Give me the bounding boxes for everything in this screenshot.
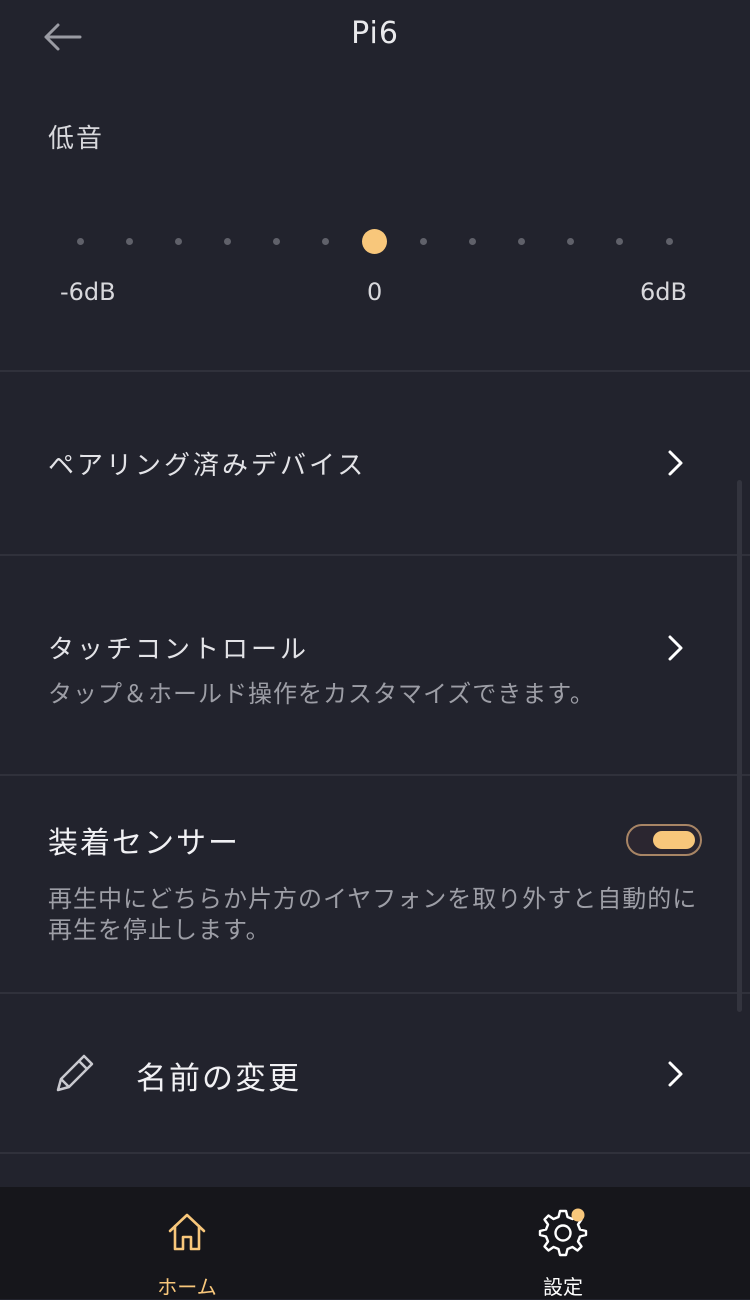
divider — [0, 992, 750, 994]
bass-slider-step — [420, 238, 428, 245]
bass-slider-step — [567, 238, 575, 245]
notification-badge — [571, 1208, 585, 1222]
tab-home-label: ホーム — [157, 1275, 217, 1299]
chevron-right-icon[interactable] — [664, 631, 688, 665]
page-title: Pi6 — [351, 16, 399, 51]
bass-slider-step — [76, 238, 84, 245]
bass-slider[interactable] — [60, 222, 690, 262]
rename-label[interactable]: 名前の変更 — [136, 1053, 301, 1098]
bass-title: 低音 — [48, 124, 105, 154]
bass-slider-step — [321, 238, 329, 245]
chevron-right-icon[interactable] — [664, 1057, 688, 1091]
tab-settings[interactable]: 設定 — [473, 1187, 653, 1299]
touch-control-description: タップ＆ホールド操作をカスタマイズできます。 — [48, 680, 595, 708]
divider — [0, 1152, 750, 1154]
bass-slider-step — [223, 238, 231, 245]
tab-settings-label: 設定 — [543, 1275, 583, 1299]
tab-home[interactable]: ホーム — [97, 1187, 277, 1299]
chevron-right-icon[interactable] — [664, 446, 688, 480]
bass-slider-thumb[interactable] — [362, 229, 387, 254]
pencil-icon — [56, 1054, 94, 1092]
bass-mid-label: 0 — [367, 278, 383, 306]
bass-min-label: -6dB — [60, 278, 116, 306]
bass-slider-step — [518, 238, 526, 245]
bass-slider-step — [616, 238, 624, 245]
home-icon — [168, 1213, 206, 1251]
bass-slider-step — [469, 238, 477, 245]
bass-slider-step — [665, 238, 673, 245]
app-header: Pi6 — [0, 0, 750, 74]
bass-slider-step — [272, 238, 280, 245]
wear-sensor-toggle[interactable] — [626, 824, 702, 856]
divider — [0, 554, 750, 556]
bottom-tab-bar: ホーム 設定 — [0, 1187, 750, 1299]
bass-slider-step — [174, 238, 182, 245]
wear-sensor-description: 再生中にどちらか片方のイヤフォンを取り外すと自動的に再生を停止します。 — [48, 885, 698, 944]
wear-sensor-label: 装着センサー — [48, 826, 240, 861]
scrollbar[interactable] — [737, 480, 742, 1012]
paired-devices-label[interactable]: ペアリング済みデバイス — [48, 445, 366, 482]
toggle-knob — [653, 831, 695, 849]
bass-max-label: 6dB — [640, 278, 687, 306]
gear-icon — [538, 1208, 588, 1257]
divider — [0, 370, 750, 372]
divider — [0, 774, 750, 776]
touch-control-label[interactable]: タッチコントロール — [48, 629, 309, 666]
bass-slider-step — [125, 238, 133, 245]
